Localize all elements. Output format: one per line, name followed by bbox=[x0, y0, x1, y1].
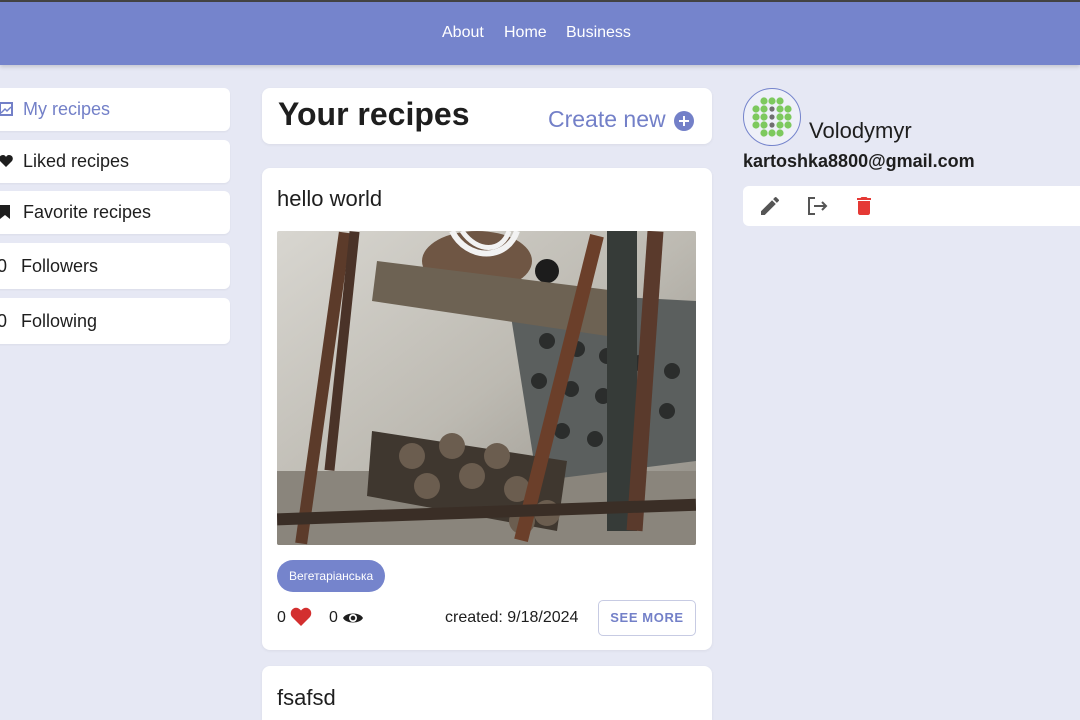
avatar-dots-icon bbox=[752, 97, 792, 137]
recipe-card: hello world Вегетаріанська 0 0 created: … bbox=[262, 168, 712, 650]
image-icon bbox=[0, 102, 13, 116]
sidebar-item-liked-recipes[interactable]: Liked recipes bbox=[0, 140, 230, 183]
username: Volodymyr bbox=[809, 118, 912, 143]
add-circle-icon[interactable] bbox=[674, 111, 694, 131]
sidebar-item-label: Favorite recipes bbox=[23, 202, 152, 222]
top-navbar: About Home Business bbox=[0, 2, 1080, 65]
create-new-button[interactable]: Create new bbox=[548, 106, 666, 133]
following-count: 0 bbox=[0, 311, 8, 331]
nav-link-about[interactable]: About bbox=[442, 24, 484, 42]
recipe-title[interactable]: hello world bbox=[277, 186, 382, 212]
sidebar-item-label: My recipes bbox=[23, 99, 111, 119]
nav-link-business[interactable]: Business bbox=[566, 24, 631, 42]
delete-icon[interactable] bbox=[852, 194, 876, 218]
bookmark-icon bbox=[0, 205, 10, 219]
logout-icon[interactable] bbox=[805, 194, 829, 218]
views-count: 0 bbox=[329, 609, 338, 626]
sidebar-item-my-recipes[interactable]: My recipes bbox=[0, 88, 230, 131]
profile-actions-bar bbox=[743, 186, 1080, 226]
likes-count: 0 bbox=[277, 609, 286, 626]
sidebar-item-followers[interactable]: 0 Followers bbox=[0, 243, 230, 289]
followers-count: 0 bbox=[0, 256, 8, 276]
edit-icon[interactable] bbox=[758, 194, 782, 218]
see-more-button[interactable]: SEE MORE bbox=[598, 600, 696, 636]
category-tag[interactable]: Вегетаріанська bbox=[277, 560, 386, 592]
sidebar-item-favorite-recipes[interactable]: Favorite recipes bbox=[0, 191, 230, 234]
heart-icon[interactable] bbox=[290, 607, 312, 627]
recipe-title[interactable]: fsafsd bbox=[277, 685, 336, 711]
recipe-image bbox=[277, 231, 696, 545]
user-email: kartoshka8800@gmail.com bbox=[743, 151, 975, 171]
sidebar-item-label: Followers bbox=[21, 256, 99, 276]
eye-icon bbox=[343, 613, 363, 623]
recipe-card: fsafsd bbox=[262, 666, 712, 720]
sidebar-item-label: Following bbox=[21, 311, 98, 331]
page-title: Your recipes bbox=[278, 96, 470, 132]
sidebar-item-following[interactable]: 0 Following bbox=[0, 298, 230, 344]
avatar[interactable] bbox=[743, 88, 801, 146]
recipe-photo[interactable] bbox=[277, 231, 696, 545]
heart-icon bbox=[0, 155, 13, 167]
created-date: created: 9/18/2024 bbox=[445, 609, 579, 626]
recipes-header-card: Your recipes Create new bbox=[262, 88, 712, 144]
sidebar-item-label: Liked recipes bbox=[23, 151, 130, 171]
nav-link-home[interactable]: Home bbox=[504, 24, 547, 42]
